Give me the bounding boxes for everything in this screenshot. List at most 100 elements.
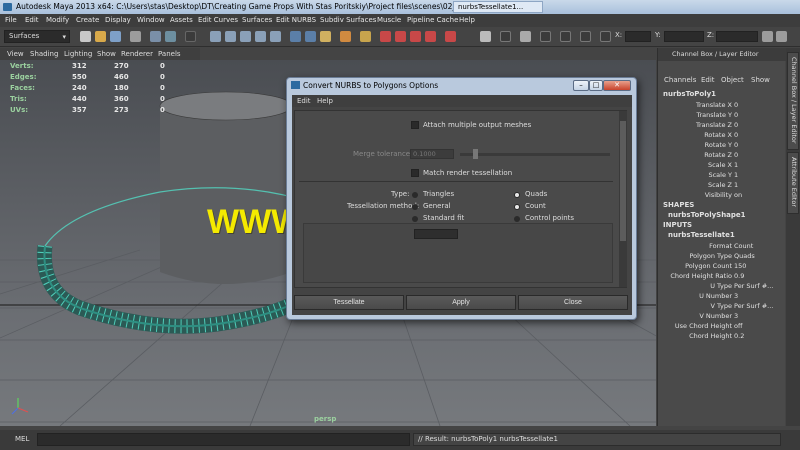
attr-value[interactable]: 1 — [734, 160, 738, 170]
attr-row[interactable]: Polygon Count 150 — [658, 261, 786, 271]
menu-set-selector[interactable]: Surfaces ▾ — [4, 30, 70, 43]
attr-row[interactable]: Translate Z0 — [658, 120, 786, 130]
menu-create[interactable]: Create — [76, 14, 99, 27]
relative-transform-icon[interactable] — [560, 31, 571, 42]
panel-menu-view[interactable]: View — [7, 48, 24, 60]
quick-selection-icon[interactable] — [600, 31, 611, 42]
attr-value[interactable]: 1 — [734, 180, 738, 190]
type-quads-radio[interactable] — [514, 192, 520, 198]
save-scene-icon[interactable] — [110, 31, 121, 42]
rename-icon[interactable] — [580, 31, 591, 42]
method-control-points-radio[interactable] — [514, 216, 520, 222]
method-count-radio[interactable] — [514, 204, 520, 210]
new-scene-icon[interactable] — [80, 31, 91, 42]
render-icon[interactable] — [340, 31, 351, 42]
attr-value[interactable]: 0 — [734, 110, 738, 120]
selected-node-name[interactable]: nurbsToPoly1 — [663, 90, 716, 98]
snap-grid-icon[interactable] — [210, 31, 221, 42]
dialog-menu-help[interactable]: Help — [317, 95, 333, 107]
apply-button[interactable]: Apply — [406, 295, 516, 310]
tab-attribute-editor[interactable]: Attribute Editor — [787, 152, 799, 214]
attr-row[interactable]: Scale Y1 — [658, 170, 786, 180]
attr-value[interactable]: 0.9 — [734, 271, 744, 281]
open-scene-icon[interactable] — [95, 31, 106, 42]
attr-row[interactable]: V Number 3 — [658, 311, 786, 321]
snap-view-plane-icon[interactable] — [255, 31, 266, 42]
menu-display[interactable]: Display — [105, 14, 131, 27]
method-standard-fit-radio[interactable] — [412, 216, 418, 222]
attr-value[interactable]: 0 — [734, 120, 738, 130]
attr-row[interactable]: Use Chord Height off — [658, 321, 786, 331]
attr-value[interactable]: 3 — [734, 291, 738, 301]
shape-node-name[interactable]: nurbsToPolyShape1 — [668, 211, 746, 219]
attr-value[interactable]: Quads — [734, 251, 755, 261]
attr-value[interactable]: off — [734, 321, 742, 331]
attr-value[interactable]: 0 — [734, 140, 738, 150]
menu-subdiv-surfaces[interactable]: Subdiv Surfaces — [320, 14, 376, 27]
numeric-input-icon[interactable] — [480, 31, 491, 42]
select-by-component-icon[interactable] — [165, 31, 176, 42]
menu-surfaces[interactable]: Surfaces — [242, 14, 272, 27]
close-window-button[interactable]: ✕ — [603, 80, 631, 91]
panel-menu-lighting[interactable]: Lighting — [64, 48, 92, 60]
close-button[interactable]: Close — [518, 295, 628, 310]
attr-value[interactable]: 3 — [734, 311, 738, 321]
hypershade-icon[interactable] — [445, 31, 456, 42]
attr-value[interactable]: on — [734, 190, 742, 200]
menu-modify[interactable]: Modify — [46, 14, 69, 27]
menu-pipeline-cache[interactable]: Pipeline Cache — [407, 14, 458, 27]
menu-muscle[interactable]: Muscle — [377, 14, 401, 27]
menu-help[interactable]: Help — [459, 14, 475, 27]
scrollbar-thumb[interactable] — [620, 121, 626, 241]
make-live-icon[interactable] — [270, 31, 281, 42]
attr-row[interactable]: Translate Y0 — [658, 110, 786, 120]
panel-menu-show[interactable]: Show — [97, 48, 116, 60]
attr-value[interactable]: 1 — [734, 170, 738, 180]
type-triangles-radio[interactable] — [412, 192, 418, 198]
attr-value[interactable]: Count — [734, 241, 753, 251]
input-node-name[interactable]: nurbsTessellate1 — [668, 231, 735, 239]
attr-row[interactable]: Scale X1 — [658, 160, 786, 170]
method-general-radio[interactable] — [412, 204, 418, 210]
taskbar-tab[interactable]: nurbsTessellate1... — [453, 1, 543, 13]
maximize-button[interactable]: □ — [589, 80, 603, 91]
attr-value[interactable]: 0 — [734, 130, 738, 140]
count-field[interactable] — [414, 229, 458, 239]
attr-row[interactable]: Format Count — [658, 241, 786, 251]
minimize-button[interactable]: – — [573, 80, 589, 91]
menu-file[interactable]: File — [5, 14, 17, 27]
merge-tolerance-slider[interactable] — [460, 153, 610, 156]
attr-row[interactable]: Chord Height Ratio 0.9 — [658, 271, 786, 281]
menu-edit-nurbs[interactable]: Edit NURBS — [276, 14, 316, 27]
cb-menu-edit[interactable]: Edit — [701, 74, 715, 86]
menu-assets[interactable]: Assets — [170, 14, 193, 27]
select-by-hierarchy-icon[interactable] — [130, 31, 141, 42]
attr-row[interactable]: U Number 3 — [658, 291, 786, 301]
menu-window[interactable]: Window — [137, 14, 165, 27]
tessellate-button[interactable]: Tessellate — [294, 295, 404, 310]
attr-value[interactable]: 0 — [734, 100, 738, 110]
attr-value[interactable]: Per Surf #... — [734, 281, 773, 291]
menu-edit[interactable]: Edit — [25, 14, 39, 27]
attr-row[interactable]: Scale Z1 — [658, 180, 786, 190]
snap-point-icon[interactable] — [240, 31, 251, 42]
show-attribute-editor-icon[interactable] — [762, 31, 773, 42]
mask-icon[interactable] — [185, 31, 196, 42]
select-by-object-icon[interactable] — [150, 31, 161, 42]
construction-history-icon[interactable] — [320, 31, 331, 42]
panel-menu-shading[interactable]: Shading — [30, 48, 58, 60]
dialog-menu-edit[interactable]: Edit — [297, 95, 311, 107]
absolute-transform-icon[interactable] — [540, 31, 551, 42]
attr-row[interactable]: Rotate X0 — [658, 130, 786, 140]
attr-value[interactable]: 0 — [734, 150, 738, 160]
attr-row[interactable]: Visibility on — [658, 190, 786, 200]
options-scrollbar[interactable] — [619, 111, 627, 287]
attr-value[interactable]: 150 — [734, 261, 746, 271]
menu-edit-curves[interactable]: Edit Curves — [198, 14, 238, 27]
transform-icon[interactable] — [520, 31, 531, 42]
attr-value[interactable]: Per Surf #... — [734, 301, 773, 311]
render-settings-icon[interactable] — [425, 31, 436, 42]
coord-y-input[interactable] — [664, 31, 704, 42]
attr-row[interactable]: Rotate Y0 — [658, 140, 786, 150]
render-current-icon[interactable] — [395, 31, 406, 42]
